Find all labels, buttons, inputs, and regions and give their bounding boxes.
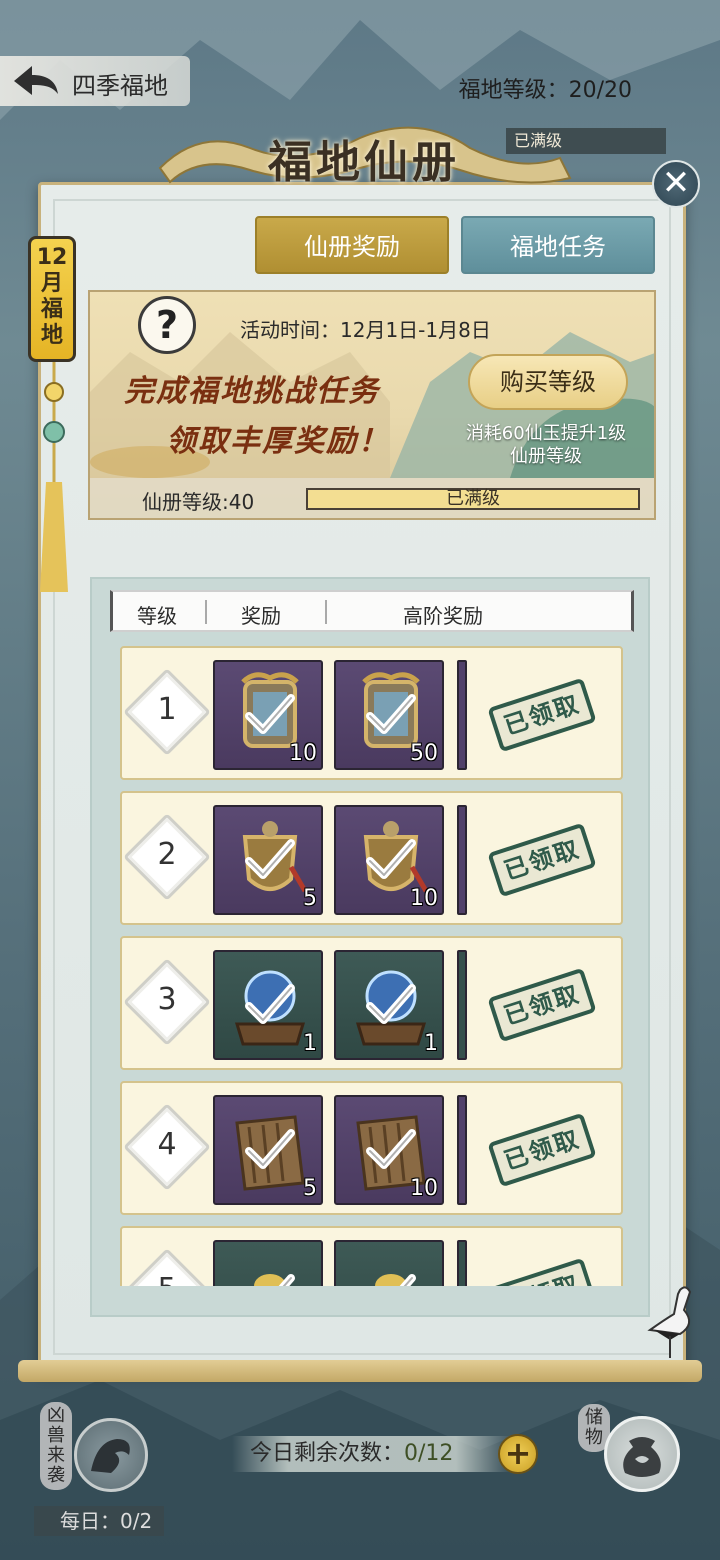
panel-title: 福地仙册: [268, 137, 460, 188]
check-icon: [366, 984, 416, 1024]
reward-item[interactable]: 1: [334, 950, 444, 1060]
reward-item[interactable]: 10: [334, 1095, 444, 1205]
cost-line-1: 消耗60仙玉提升1级: [465, 423, 627, 444]
check-icon: [245, 984, 295, 1024]
reward-item-partial: [457, 805, 467, 915]
slogan-line-1: 完成福地挑战任务: [124, 374, 380, 409]
check-icon: [399, 1274, 416, 1286]
book-level-progress-bar: 已满级: [306, 488, 640, 510]
item-quantity: 50: [410, 741, 438, 766]
add-count-button[interactable]: +: [498, 1434, 538, 1474]
book-level-strip: 仙册等级:40 已满级: [90, 478, 654, 518]
reward-item-partial: [457, 950, 467, 1060]
daily-count: 每日：0/2: [34, 1506, 164, 1536]
progress-text: 已满级: [446, 488, 500, 509]
reward-item[interactable]: 10: [334, 805, 444, 915]
fudi-level-text: 福地等级：20/20: [458, 78, 632, 103]
check-icon: [278, 1274, 295, 1286]
table-header: 等级 奖励 高阶奖励: [110, 590, 634, 632]
tab-book-rewards[interactable]: 仙册奖励: [255, 216, 449, 274]
reward-item[interactable]: 10: [213, 660, 323, 770]
reward-item[interactable]: 50: [334, 660, 444, 770]
reward-item-partial: [457, 1240, 467, 1286]
scroll-bottom-roller: [18, 1360, 702, 1382]
check-icon: [245, 839, 295, 879]
side-tag-char: 地: [40, 323, 63, 348]
header-advanced-reward: 高阶奖励: [403, 604, 483, 628]
level-number: 5: [136, 1272, 198, 1286]
side-tag-char: 福: [40, 297, 63, 322]
back-arrow-icon: [14, 66, 58, 95]
header-reward: 奖励: [241, 604, 281, 628]
item-quantity: 5: [303, 886, 317, 911]
level-number: 3: [157, 982, 177, 1017]
reward-row[interactable]: 2 5 10 已领取: [120, 791, 623, 925]
tab-fudi-tasks[interactable]: 福地任务: [461, 216, 655, 274]
check-icon: [245, 694, 295, 734]
reward-row[interactable]: 4 5 10 已领取: [120, 1081, 623, 1215]
storage-button[interactable]: [604, 1416, 680, 1492]
close-icon: ✕: [661, 163, 691, 203]
reward-item[interactable]: 5: [213, 1095, 323, 1205]
reward-item[interactable]: 1: [213, 950, 323, 1060]
reward-item[interactable]: 5: [213, 805, 323, 915]
remaining-label: 今日剩余次数：: [250, 1441, 405, 1466]
reward-item[interactable]: [334, 1240, 444, 1286]
max-level-tag: 已满级: [506, 128, 666, 154]
side-tag-char: 12: [36, 245, 68, 270]
bag-icon: [623, 1437, 661, 1477]
check-icon: [366, 694, 416, 734]
close-button[interactable]: ✕: [652, 160, 700, 208]
item-quantity: 1: [303, 1031, 317, 1056]
reward-row[interactable]: 3 1 1 已领取: [120, 936, 623, 1070]
activity-banner: ? 活动时间：12月1日-1月8日 完成福地挑战任务 领取丰厚奖励！ 购买等级 …: [88, 290, 656, 520]
check-icon: [366, 1129, 416, 1169]
claimed-stamp: 已领取: [487, 1112, 597, 1188]
remaining-count: 今日剩余次数：0/12: [232, 1436, 512, 1472]
reward-item-partial: [457, 1095, 467, 1205]
claimed-stamp: 已领取: [487, 677, 597, 753]
page-title: 四季福地: [72, 72, 168, 100]
tassel-ornament: [40, 362, 68, 592]
item-quantity: 10: [410, 886, 438, 911]
check-icon: [245, 1129, 295, 1169]
level-number: 1: [157, 692, 177, 727]
item-quantity: 5: [303, 1176, 317, 1201]
item-quantity: 10: [410, 1176, 438, 1201]
back-button[interactable]: 四季福地: [0, 56, 190, 106]
item-quantity: 1: [424, 1031, 438, 1056]
reward-row[interactable]: 5 已领取: [120, 1226, 623, 1286]
beast-attack-button[interactable]: [74, 1418, 148, 1492]
top-bar: 四季福地 福地等级：20/20: [0, 50, 720, 108]
beast-attack-label: 凶兽来袭: [40, 1402, 72, 1490]
cost-line-2: 仙册等级: [510, 446, 582, 467]
reward-item-partial: [457, 660, 467, 770]
help-button[interactable]: ?: [138, 296, 196, 354]
beast-icon: [91, 1439, 130, 1473]
remaining-value: 0/12: [404, 1441, 454, 1466]
header-divider: [205, 600, 207, 624]
level-number: 4: [157, 1127, 177, 1162]
side-tag-char: 月: [40, 271, 63, 296]
level-number: 2: [157, 837, 177, 872]
book-level-label: 仙册等级:40: [142, 490, 255, 514]
slogan-line-2: 领取丰厚奖励！: [166, 424, 390, 459]
claimed-stamp: 已领取: [487, 1257, 597, 1286]
reward-item[interactable]: [213, 1240, 323, 1286]
buy-cost-text: 消耗60仙玉提升1级 仙册等级: [446, 422, 646, 468]
buy-level-button[interactable]: 购买等级: [468, 354, 628, 410]
claimed-stamp: 已领取: [487, 822, 597, 898]
claimed-stamp: 已领取: [487, 967, 597, 1043]
header-divider: [325, 600, 327, 624]
reward-list[interactable]: 1 10 50 已领取 2 5 10 已领取 3 1 1 已领取 4 5 10 已领取 5 已领取: [120, 646, 624, 1286]
crane-decoration: [647, 1286, 692, 1358]
check-icon: [366, 839, 416, 879]
month-side-tag: 12 月 福 地: [28, 236, 76, 362]
reward-row[interactable]: 1 10 50 已领取: [120, 646, 623, 780]
item-quantity: 10: [289, 741, 317, 766]
header-level: 等级: [137, 604, 177, 628]
activity-time: 活动时间：12月1日-1月8日: [240, 318, 491, 342]
